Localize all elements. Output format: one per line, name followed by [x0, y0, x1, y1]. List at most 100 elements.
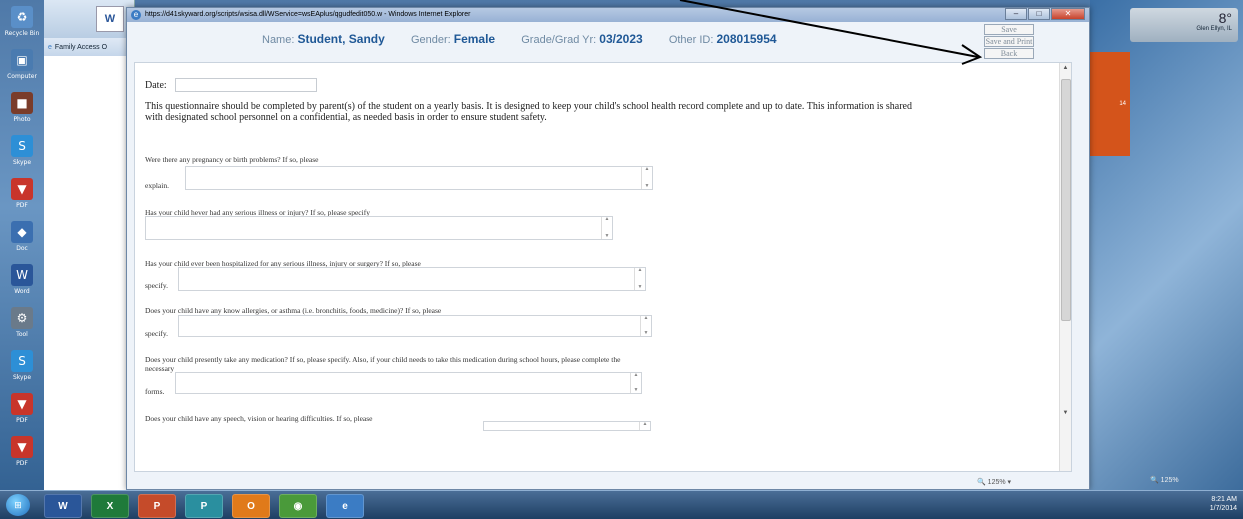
answer-textarea[interactable]: ▲ ▼: [178, 267, 646, 291]
back-button[interactable]: Back: [984, 48, 1034, 59]
desktop-icon-glyph: ▼: [11, 178, 33, 200]
scroll-up-arrow[interactable]: ▲: [1060, 63, 1071, 74]
taskbar-app-button[interactable]: P: [138, 494, 176, 518]
desktop-icon-label: Skype: [12, 374, 32, 381]
clock-time[interactable]: 8:21 AM: [1210, 495, 1237, 504]
taskbar-app-button[interactable]: P: [185, 494, 223, 518]
taskbar-app-button[interactable]: W: [44, 494, 82, 518]
zoom-status[interactable]: 🔍 125% ▾: [977, 478, 1011, 486]
textarea-scrollbar[interactable]: ▲ ▼: [634, 268, 645, 290]
scroll-thumb[interactable]: [1061, 79, 1071, 321]
weather-location: Glen Ellyn, IL: [1196, 26, 1232, 32]
desktop-icon-label: Photo: [13, 116, 31, 123]
desktop-icon[interactable]: S Skype: [4, 350, 40, 390]
taskbar-app-button[interactable]: X: [91, 494, 129, 518]
desktop-icon[interactable]: ♻ Recycle Bin: [4, 6, 40, 46]
desktop-icon-glyph: ▣: [11, 49, 33, 71]
scroll-down-arrow[interactable]: ▼: [1060, 408, 1071, 419]
zoom-level: 125%: [987, 479, 1006, 486]
student-info-bar: Name: Student, Sandy Gender: Female Grad…: [128, 22, 976, 62]
desktop-icon-label: Tool: [16, 331, 28, 338]
question-text: Does your child have any know allergies,…: [145, 306, 442, 315]
question-prefix: specify.: [145, 329, 169, 338]
start-button[interactable]: ⊞: [6, 494, 30, 516]
save-and-print-button[interactable]: Save and Print: [984, 36, 1034, 47]
desktop-icon-label: Recycle Bin: [4, 30, 40, 37]
zoom-icon: 🔍: [977, 479, 986, 486]
background-zoom-level: 125%: [1160, 477, 1179, 484]
question-text: Were there any pregnancy or birth proble…: [145, 155, 319, 164]
name-label: Name:: [262, 34, 295, 46]
desktop-icon[interactable]: ▼ PDF: [4, 393, 40, 433]
word-icon[interactable]: W: [96, 6, 124, 32]
desktop-icon-glyph: W: [11, 264, 33, 286]
window-controls: – □ ✕: [1004, 8, 1085, 22]
desktop-icon-glyph: ■: [11, 92, 33, 114]
answer-textarea[interactable]: ▲: [483, 421, 651, 431]
grade-label: Grade/Grad Yr:: [521, 34, 597, 46]
answer-textarea[interactable]: ▲ ▼: [175, 372, 642, 394]
orange-window-tile[interactable]: 14: [1090, 52, 1130, 156]
close-button[interactable]: ✕: [1051, 8, 1085, 20]
desktop-icon[interactable]: ▣ Computer: [4, 49, 40, 89]
clock-date[interactable]: 1/7/2014: [1210, 504, 1237, 513]
answer-textarea[interactable]: ▲ ▼: [178, 315, 652, 337]
ie-icon: e: [131, 10, 141, 20]
desktop-icon-label: PDF: [16, 417, 28, 424]
desktop-icon-glyph: ⚙: [11, 307, 33, 329]
desktop-icon-label: Doc: [16, 245, 28, 252]
desktop-icons: ♻ Recycle Bin ▣ Computer ■ Photo S Skype ▼ PDF ◆ Do…: [0, 0, 44, 490]
desktop-icon[interactable]: S Skype: [4, 135, 40, 175]
desktop-icon-glyph: ▼: [11, 436, 33, 458]
question-prefix: specify.: [145, 281, 169, 290]
answer-textarea[interactable]: ▲ ▼: [185, 166, 653, 190]
desktop-icon[interactable]: ⚙ Tool: [4, 307, 40, 347]
taskbar-app-button[interactable]: ◉: [279, 494, 317, 518]
textarea-scrollbar[interactable]: ▲ ▼: [630, 373, 641, 393]
window-titlebar[interactable]: e https://d41skyward.org/scripts/wsisa.d…: [127, 8, 1089, 22]
page-scrollbar[interactable]: ▲ ▼: [1059, 63, 1071, 471]
taskbar-app-button[interactable]: e: [326, 494, 364, 518]
weather-temperature: 8°: [1218, 10, 1232, 26]
weather-widget[interactable]: 8° Glen Ellyn, IL: [1130, 8, 1238, 42]
desktop-icon-glyph: S: [11, 350, 33, 372]
desktop-icon-glyph: S: [11, 135, 33, 157]
textarea-scrollbar[interactable]: ▲ ▼: [640, 316, 651, 336]
desktop-icon[interactable]: ▼ PDF: [4, 178, 40, 218]
background-browser-window[interactable]: W e Family Access O: [44, 0, 135, 490]
desktop-icon[interactable]: W Word: [4, 264, 40, 304]
desktop-icon[interactable]: ▼ PDF: [4, 436, 40, 476]
maximize-button[interactable]: □: [1028, 8, 1050, 20]
desktop-icon-label: PDF: [16, 202, 28, 209]
minimize-button[interactable]: –: [1005, 8, 1027, 20]
taskbar-app-button[interactable]: O: [232, 494, 270, 518]
textarea-scrollbar[interactable]: ▲ ▼: [601, 217, 612, 239]
desktop-icon[interactable]: ◆ Doc: [4, 221, 40, 261]
zoom-right-icon: 🔍: [1150, 477, 1159, 484]
desktop-icon-glyph: ♻: [11, 6, 33, 28]
action-buttons: Save Save and Print Back: [984, 24, 1036, 60]
ie-tab-icon: e: [48, 43, 52, 51]
textarea-scrollbar[interactable]: ▲: [639, 422, 650, 430]
desktop-icon-label: Word: [14, 288, 30, 295]
answer-textarea[interactable]: ▲ ▼: [145, 216, 613, 240]
ie-window: e https://d41skyward.org/scripts/wsisa.d…: [126, 7, 1090, 490]
date-label: Date:: [145, 80, 167, 91]
student-grade: 03/2023: [599, 32, 643, 46]
textarea-scrollbar[interactable]: ▲ ▼: [641, 167, 652, 189]
desktop-icon-label: Skype: [12, 159, 32, 166]
background-zoom-status[interactable]: 🔍 125%: [1150, 476, 1179, 484]
desktop-icon-glyph: ▼: [11, 393, 33, 415]
background-tab-label: Family Access O: [54, 43, 108, 51]
desktop-icon[interactable]: ■ Photo: [4, 92, 40, 132]
gender-label: Gender:: [410, 34, 451, 46]
student-name: Student, Sandy: [297, 32, 385, 46]
questionnaire-intro: This questionnaire should be completed b…: [145, 101, 912, 123]
save-button[interactable]: Save: [984, 24, 1034, 35]
other-id-label: Other ID:: [668, 34, 714, 46]
zoom-dropdown-icon: ▾: [1007, 479, 1012, 486]
background-browser-tab[interactable]: e Family Access O: [44, 38, 134, 56]
question-text: Does your child have any speech, vision …: [145, 414, 373, 423]
date-input[interactable]: [175, 78, 317, 92]
system-tray: 8:21 AM 1/7/2014: [1210, 495, 1237, 513]
